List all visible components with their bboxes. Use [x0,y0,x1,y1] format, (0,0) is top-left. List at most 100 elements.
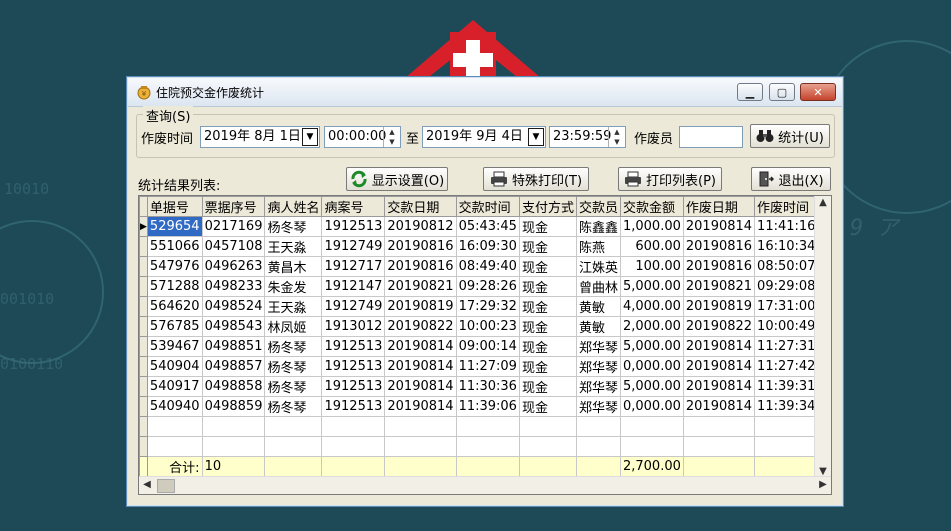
table-cell[interactable]: 曾曲林 [575,276,621,297]
table-row[interactable]: 540940 0498859 杨冬琴 1912513 20190814 11:39:06 现… [139,396,831,417]
table-cell[interactable]: 540904 [146,356,203,377]
table-cell[interactable]: 现金 [518,396,577,417]
scroll-right-icon[interactable]: ▶ [815,479,831,490]
table-cell[interactable]: 20190822 [682,316,756,337]
table-cell[interactable]: 0498543 [201,316,266,337]
table-cell[interactable]: 16:10:34 [754,236,819,257]
table-cell[interactable]: 黄昌木 [264,256,323,277]
table-cell[interactable]: 黄敏 [575,316,621,337]
table-cell[interactable]: 20190814 [682,216,756,237]
table-cell[interactable]: 郑华琴 [575,336,621,357]
table-cell[interactable]: 1,000.00 [619,216,684,237]
table-cell[interactable]: 17:29:32 [455,296,520,317]
table-cell[interactable]: 11:39:06 [455,396,520,417]
table-cell[interactable]: 20190819 [682,296,756,317]
table-cell[interactable]: 1913012 [321,316,386,337]
table-cell[interactable]: 571288 [146,276,203,297]
column-header[interactable]: 作废时间 [754,196,819,217]
table-cell[interactable]: 0498851 [201,336,266,357]
table-cell[interactable]: 杨冬琴 [264,376,323,397]
title-bar[interactable]: ¥ 住院预交金作废统计 ▁ ▢ ✕ [128,78,842,107]
table-cell[interactable]: 551066 [146,236,203,257]
table-cell[interactable]: 0457108 [201,236,266,257]
table-cell[interactable]: 20190814 [682,376,756,397]
table-cell[interactable]: 20190816 [682,256,756,277]
table-cell[interactable]: 杨冬琴 [264,336,323,357]
table-cell[interactable]: 1912749 [321,296,386,317]
table-cell[interactable]: 陈燕 [575,236,621,257]
scroll-left-icon[interactable]: ◀ [139,479,155,490]
table-row[interactable]: 571288 0498233 朱金发 1912147 20190821 09:28:26 现… [139,276,831,297]
result-grid[interactable]: 单据号 票据序号 病人姓名 病案号 交款日期 交款时间 支付方式 交款员 交款金额 作废日期 作废时… [138,195,832,495]
end-time-field[interactable]: 23:59:59 ▲ ▼ [549,126,626,148]
table-cell[interactable]: 1912513 [321,376,386,397]
table-cell[interactable]: 20190814 [682,356,756,377]
column-header[interactable]: 交款员 [575,196,621,217]
table-row[interactable]: 547976 0496263 黄昌木 1912717 20190816 08:49:40 现… [139,256,831,277]
table-cell[interactable]: 5,000.00 [619,276,684,297]
table-cell[interactable]: 20190814 [682,336,756,357]
table-cell[interactable]: 20190814 [384,376,457,397]
table-cell[interactable]: 杨冬琴 [264,216,323,237]
column-header[interactable]: 交款金额 [619,196,684,217]
table-cell[interactable]: 20190814 [384,336,457,357]
start-date-picker[interactable]: 2019年 8月 1日 ▼ [200,126,320,148]
table-cell[interactable]: 20190821 [384,276,457,297]
table-cell[interactable]: 16:09:30 [455,236,520,257]
table-cell[interactable]: 陈鑫鑫 [575,216,621,237]
exit-button[interactable]: 退出(X) [751,167,831,191]
table-cell[interactable]: 11:27:31 [754,336,819,357]
table-cell[interactable]: 0,000.00 [619,356,684,377]
table-cell[interactable]: 20190819 [384,296,457,317]
table-cell[interactable]: 0498858 [201,376,266,397]
column-header[interactable]: 病案号 [321,196,386,217]
table-cell[interactable]: 现金 [518,276,577,297]
table-cell[interactable]: 王天淼 [264,296,323,317]
table-cell[interactable]: 11:39:34 [754,396,819,417]
spin-up-icon[interactable]: ▲ [609,127,625,137]
table-cell[interactable]: 现金 [518,316,577,337]
table-cell[interactable]: 0498524 [201,296,266,317]
table-cell[interactable]: 20190814 [384,356,457,377]
start-time-spinner[interactable]: ▲ ▼ [383,127,400,147]
table-cell[interactable]: 1912513 [321,396,386,417]
start-time-field[interactable]: 00:00:00 ▲ ▼ [324,126,401,148]
print-list-button[interactable]: 打印列表(P) [618,167,722,191]
operator-input[interactable] [679,126,743,148]
table-cell[interactable]: 现金 [518,356,577,377]
table-row[interactable]: 540917 0498858 杨冬琴 1912513 20190814 11:30:36 现… [139,376,831,397]
table-cell[interactable]: 5,000.00 [619,336,684,357]
scroll-thumb[interactable] [157,479,175,493]
table-row[interactable]: 551066 0457108 王天淼 1912749 20190816 16:09:30 现… [139,236,831,257]
stats-button[interactable]: 统计(U) [750,124,830,148]
table-cell[interactable]: 20190816 [384,256,457,277]
table-cell[interactable]: 1912749 [321,236,386,257]
table-cell[interactable]: 540940 [146,396,203,417]
column-header[interactable]: 单据号 [146,196,203,217]
end-date-picker[interactable]: 2019年 9月 4日 ▼ [422,126,546,148]
table-cell[interactable]: 11:41:16 [754,216,819,237]
table-cell[interactable]: 09:00:14 [455,336,520,357]
table-cell[interactable]: 11:27:42 [754,356,819,377]
table-cell[interactable]: 4,000.00 [619,296,684,317]
table-cell[interactable]: 1912147 [321,276,386,297]
table-cell[interactable]: 100.00 [619,256,684,277]
table-row[interactable]: 564620 0498524 王天淼 1912749 20190819 17:29:32 现… [139,296,831,317]
table-cell[interactable]: 现金 [518,376,577,397]
table-cell[interactable]: 郑华琴 [575,376,621,397]
table-cell[interactable]: 09:28:26 [455,276,520,297]
table-cell[interactable]: 1912513 [321,216,386,237]
table-row[interactable]: ▶ 529654 0217169 杨冬琴 1912513 20190812 05:43:45… [139,216,831,237]
table-cell[interactable]: 郑华琴 [575,396,621,417]
end-time-spinner[interactable]: ▲ ▼ [608,127,625,147]
spin-down-icon[interactable]: ▼ [609,137,625,147]
table-cell[interactable]: 2,000.00 [619,316,684,337]
table-cell[interactable]: 11:27:09 [455,356,520,377]
table-cell[interactable]: 20190814 [384,396,457,417]
maximize-button[interactable]: ▢ [769,83,795,101]
table-cell[interactable]: 529654 [146,216,203,237]
column-header[interactable]: 病人姓名 [264,196,323,217]
table-cell[interactable]: 0498859 [201,396,266,417]
table-cell[interactable]: 朱金发 [264,276,323,297]
table-cell[interactable]: 576785 [146,316,203,337]
